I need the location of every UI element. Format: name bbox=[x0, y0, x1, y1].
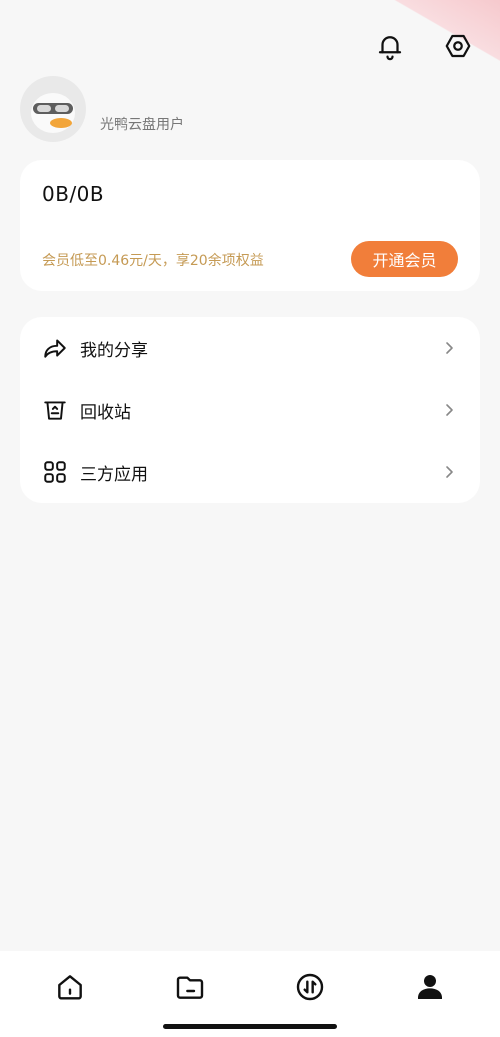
storage-usage: 0B/0B bbox=[42, 182, 105, 206]
folder-icon[interactable] bbox=[170, 969, 210, 1005]
menu-item-label: 三方应用 bbox=[80, 464, 148, 485]
duck-avatar-icon bbox=[31, 93, 75, 133]
avatar[interactable] bbox=[20, 76, 86, 142]
vip-promo-text: 会员低至0.46元/天，享20余项权益 bbox=[42, 253, 264, 269]
chevron-right-icon bbox=[442, 341, 456, 355]
storage-card: 0B/0B 会员低至0.46元/天，享20余项权益 开通会员 bbox=[20, 160, 480, 291]
header-actions bbox=[372, 28, 476, 64]
chevron-right-icon bbox=[442, 465, 456, 479]
menu-card: 我的分享 回收站 三方应用 bbox=[20, 317, 480, 503]
menu-item-label: 回收站 bbox=[80, 402, 131, 423]
username: 光鸭云盘用户 bbox=[100, 117, 184, 133]
chevron-right-icon bbox=[442, 403, 456, 417]
home-icon[interactable] bbox=[50, 969, 90, 1005]
settings-icon[interactable] bbox=[440, 28, 476, 64]
open-vip-button[interactable]: 开通会员 bbox=[351, 241, 458, 277]
apps-grid-icon bbox=[42, 459, 68, 485]
share-arrow-icon bbox=[42, 335, 68, 361]
profile-header: 光鸭云盘用户 bbox=[20, 76, 184, 142]
profile-icon[interactable] bbox=[410, 969, 450, 1005]
home-indicator bbox=[163, 1024, 337, 1029]
bottom-navigation bbox=[0, 951, 500, 1037]
transfer-icon[interactable] bbox=[290, 969, 330, 1005]
bell-icon[interactable] bbox=[372, 28, 408, 64]
menu-item-third-party-apps[interactable]: 三方应用 bbox=[20, 441, 480, 503]
recycle-bin-icon bbox=[42, 397, 68, 423]
menu-item-recycle-bin[interactable]: 回收站 bbox=[20, 379, 480, 441]
menu-item-my-share[interactable]: 我的分享 bbox=[20, 317, 480, 379]
menu-item-label: 我的分享 bbox=[80, 340, 148, 361]
